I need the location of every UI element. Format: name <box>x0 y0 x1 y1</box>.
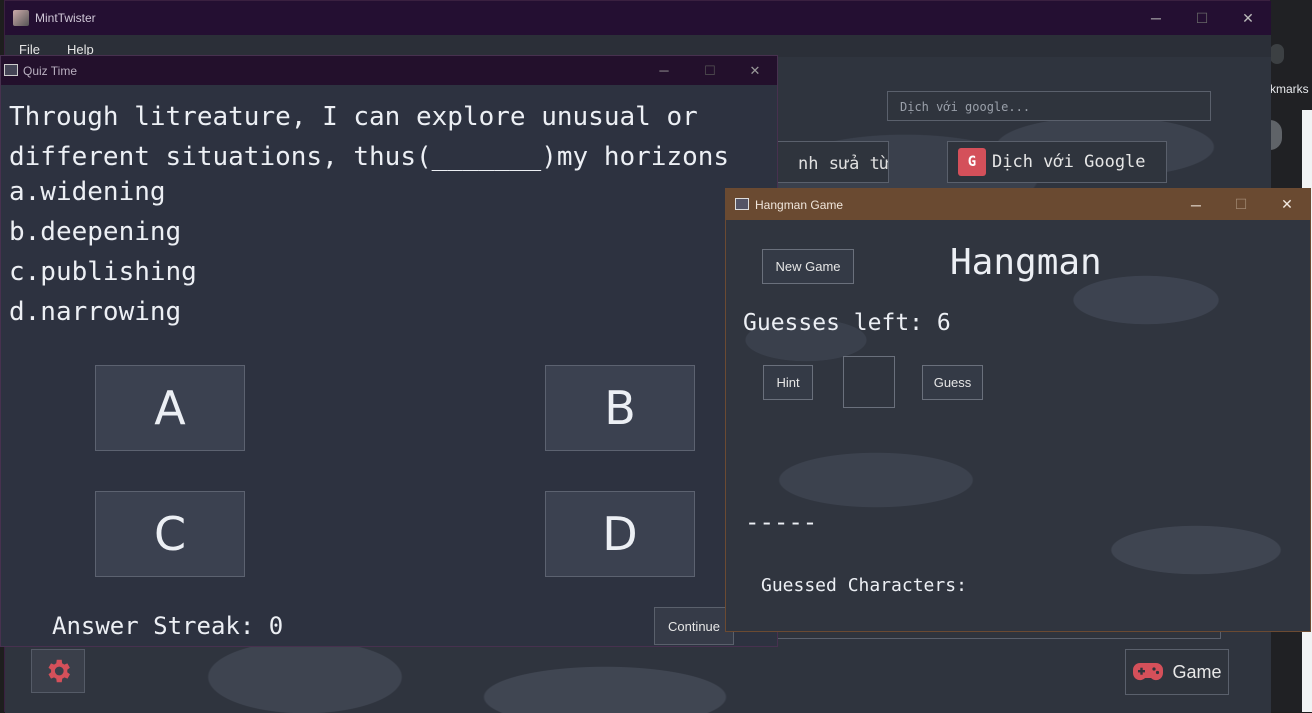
guess-input[interactable] <box>843 356 895 408</box>
close-icon[interactable]: ✕ <box>1264 189 1310 220</box>
window-icon <box>735 198 749 210</box>
new-game-button[interactable]: New Game <box>762 249 854 284</box>
minimize-icon[interactable]: ─ <box>1173 189 1219 220</box>
guessed-characters-label: Guessed Characters: <box>761 575 967 596</box>
hangman-body: New Game Hangman Guesses left: 6 Hint Gu… <box>726 220 1310 631</box>
quiz-window-title: Quiz Time <box>23 64 78 78</box>
quiz-body: Through litreature, I can explore unusua… <box>1 85 777 646</box>
answer-b-button[interactable]: B <box>545 365 695 451</box>
window-icon <box>4 64 18 76</box>
continue-button[interactable]: Continue <box>654 607 734 645</box>
hangman-window-title: Hangman Game <box>755 198 844 212</box>
answer-a-button[interactable]: A <box>95 365 245 451</box>
guesses-left: Guesses left: 6 <box>743 310 951 336</box>
option-b: b.deepening <box>9 217 182 247</box>
guess-button[interactable]: Guess <box>922 365 983 400</box>
gamepad-icon <box>1133 663 1164 681</box>
bookmarks-label[interactable]: kmarks <box>1270 82 1312 98</box>
close-icon[interactable]: ✕ <box>1225 1 1271 35</box>
profile-avatar[interactable] <box>1270 44 1284 64</box>
google-translate-icon: G <box>958 148 986 176</box>
question-line-1: Through litreature, I can explore unusua… <box>9 102 698 132</box>
game-button[interactable]: Game <box>1125 649 1229 695</box>
google-translate-button[interactable]: G Dịch với Google <box>947 141 1167 183</box>
answer-d-button[interactable]: D <box>545 491 695 577</box>
menu-bar: File Help <box>5 35 1271 57</box>
answer-c-button[interactable]: C <box>95 491 245 577</box>
settings-button[interactable] <box>31 649 85 693</box>
minimize-icon[interactable]: ─ <box>1133 1 1179 35</box>
maximize-icon[interactable]: ☐ <box>1218 189 1264 220</box>
app-icon <box>13 10 29 26</box>
translate-search-input[interactable]: Dịch với google... <box>887 91 1211 121</box>
gear-icon <box>48 659 70 683</box>
answer-streak: Answer Streak: 0 <box>52 612 284 640</box>
main-window-title: MintTwister <box>35 11 96 25</box>
word-blanks: ----- <box>745 508 818 536</box>
google-translate-label: Dịch với Google <box>992 152 1146 172</box>
browser-sidebar-icon <box>1270 120 1282 150</box>
close-icon[interactable]: ✕ <box>732 56 778 85</box>
quiz-question: Through litreature, I can explore unusua… <box>9 97 779 177</box>
maximize-icon[interactable]: ☐ <box>1179 1 1225 35</box>
option-c: c.publishing <box>9 257 197 287</box>
main-titlebar: MintTwister ─ ☐ ✕ <box>5 1 1271 35</box>
quiz-titlebar: Quiz Time ─ ☐ ✕ <box>1 56 777 85</box>
game-label: Game <box>1172 661 1222 682</box>
hangman-titlebar: Hangman Game ─ ☐ ✕ <box>726 189 1310 220</box>
hangman-window: Hangman Game ─ ☐ ✕ New Game Hangman Gues… <box>725 188 1311 632</box>
option-d: d.narrowing <box>9 297 182 327</box>
option-a: a.widening <box>9 177 166 207</box>
quiz-window: Quiz Time ─ ☐ ✕ Through litreature, I ca… <box>0 55 778 647</box>
hint-button[interactable]: Hint <box>763 365 813 400</box>
minimize-icon[interactable]: ─ <box>641 56 687 85</box>
question-line-2: different situations, thus(_______)my ho… <box>9 142 730 172</box>
hangman-heading: Hangman <box>950 242 1102 283</box>
maximize-icon[interactable]: ☐ <box>687 56 733 85</box>
